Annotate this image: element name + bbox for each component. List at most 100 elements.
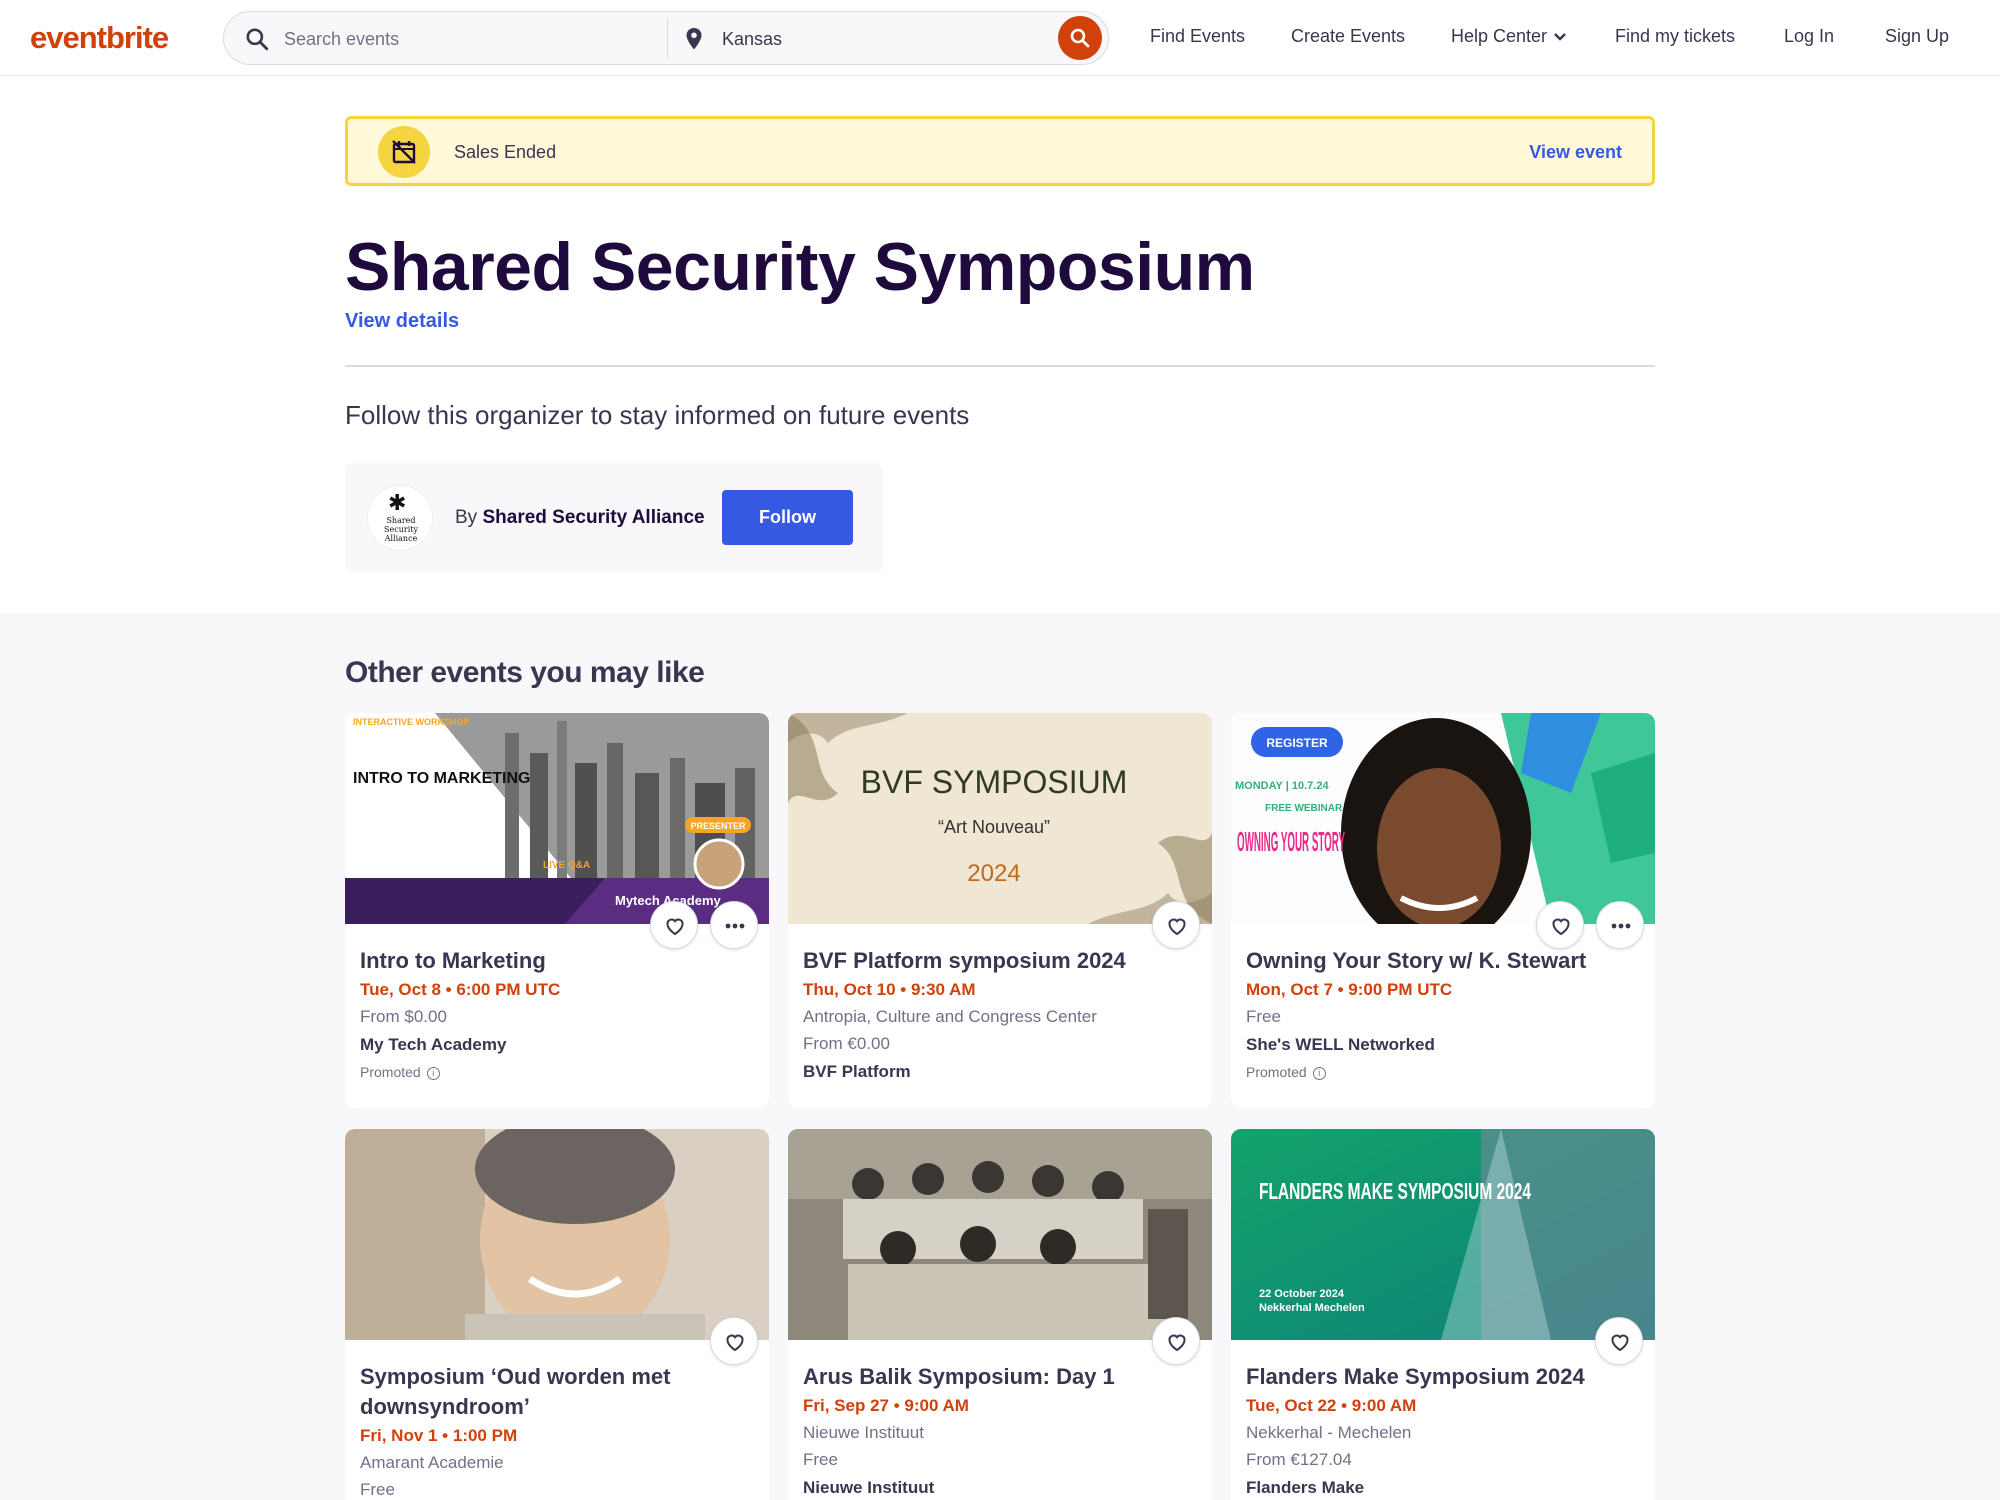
nav-help-center-label: Help Center — [1451, 26, 1548, 46]
organizer-byline: By Shared Security Alliance — [455, 507, 705, 529]
search-input[interactable] — [284, 24, 654, 54]
nav-find-events[interactable]: Find Events — [1150, 26, 1245, 47]
organizer-avatar[interactable]: ✱ Shared Security Alliance — [367, 485, 433, 551]
event-card-price: From $0.00 — [360, 1007, 447, 1026]
nav-find-my-tickets[interactable]: Find my tickets — [1615, 26, 1735, 47]
nav-create-events[interactable]: Create Events — [1291, 26, 1405, 47]
image-presenter-badge: PRESENTER — [690, 821, 746, 831]
info-icon[interactable]: i — [426, 1066, 440, 1080]
heart-icon — [1168, 1334, 1186, 1352]
organizer-card: ✱ Shared Security Alliance By Shared Sec… — [345, 463, 883, 573]
save-event-button[interactable] — [710, 1317, 758, 1365]
event-card-price: Free — [1246, 1007, 1281, 1026]
image-register-text: REGISTER — [1266, 736, 1328, 750]
event-card-venue: Antropia, Culture and Congress Center — [803, 1007, 1097, 1026]
event-card[interactable]: REGISTER MONDAY | 10.7.24 FREE WEBINAR O… — [1231, 713, 1655, 1108]
search-submit-button[interactable] — [1058, 16, 1102, 60]
location-pin-icon — [686, 28, 702, 50]
search-icon — [1070, 28, 1090, 48]
event-card-image: FLANDERS MAKE SYMPOSIUM 2024 22 October … — [1231, 1129, 1655, 1340]
event-card-image: REGISTER MONDAY | 10.7.24 FREE WEBINAR O… — [1231, 713, 1655, 924]
save-event-button[interactable] — [650, 901, 698, 949]
event-card-price: Free — [803, 1450, 838, 1469]
event-card-body: BVF Platform symposium 2024 Thu, Oct 10 … — [803, 946, 1197, 1082]
event-card-date: Fri, Sep 27 • 9:00 AM — [803, 1396, 969, 1415]
more-options-button[interactable] — [710, 901, 758, 949]
nav-log-in[interactable]: Log In — [1784, 26, 1834, 47]
organizer-name[interactable]: Shared Security Alliance — [482, 507, 704, 528]
image-year-text: 2024 — [967, 860, 1020, 887]
image-headline-text: OWNING YOUR STORY — [1237, 826, 1345, 857]
other-events-heading: Other events you may like — [345, 656, 705, 689]
event-card-title[interactable]: BVF Platform symposium 2024 — [803, 946, 1197, 976]
save-event-button[interactable] — [1152, 1317, 1200, 1365]
event-card-image — [345, 1129, 769, 1340]
event-card-organizer: BVF Platform — [803, 1062, 911, 1081]
sales-ended-banner: Sales Ended View event — [345, 116, 1655, 186]
event-card-organizer: She's WELL Networked — [1246, 1035, 1435, 1054]
event-card-organizer: Nieuwe Instituut — [803, 1478, 935, 1497]
event-title: Shared Security Symposium — [345, 229, 1255, 305]
event-card[interactable]: BVF SYMPOSIUM “Art Nouveau” 2024 BVF Pla… — [788, 713, 1212, 1108]
save-event-button[interactable] — [1536, 901, 1584, 949]
promoted-label: Promoted — [1246, 1064, 1307, 1080]
heart-icon — [1611, 1334, 1629, 1352]
event-card-image: PRESENTER INTERACTIVE WORKSHOP INTRO TO … — [345, 713, 769, 924]
save-event-button[interactable] — [1595, 1317, 1643, 1365]
organizer-logo-icon: ✱ — [388, 490, 407, 515]
organizer-by-prefix: By — [455, 507, 478, 528]
event-card-title[interactable]: Owning Your Story w/ K. Stewart — [1246, 946, 1640, 976]
view-event-link[interactable]: View event — [1529, 142, 1622, 163]
event-card-title[interactable]: Flanders Make Symposium 2024 — [1246, 1362, 1640, 1392]
event-card-title[interactable]: Symposium ‘Oud worden met downsyndroom’ — [360, 1362, 754, 1422]
image-webinar-text: FREE WEBINAR — [1265, 803, 1343, 814]
more-dots-icon — [1611, 923, 1631, 929]
sales-status-text: Sales Ended — [454, 142, 557, 162]
heart-icon — [726, 1334, 744, 1352]
image-headline-text: BVF SYMPOSIUM — [861, 764, 1128, 800]
more-dots-icon — [725, 923, 745, 929]
follow-button[interactable]: Follow — [722, 490, 853, 545]
event-card[interactable]: Arus Balik Symposium: Day 1 Fri, Sep 27 … — [788, 1129, 1212, 1500]
event-card[interactable]: PRESENTER INTERACTIVE WORKSHOP INTRO TO … — [345, 713, 769, 1108]
organizer-avatar-text: Shared Security Alliance — [384, 516, 418, 543]
event-card-image — [788, 1129, 1212, 1340]
info-icon[interactable]: i — [1312, 1066, 1326, 1080]
event-card-date: Tue, Oct 8 • 6:00 PM UTC — [360, 980, 561, 999]
event-card-date: Fri, Nov 1 • 1:00 PM — [360, 1426, 518, 1445]
event-card-price: Free — [360, 1480, 395, 1499]
chevron-down-icon — [1554, 33, 1566, 41]
heart-icon — [1168, 918, 1186, 936]
event-card-price: From €127.04 — [1246, 1450, 1352, 1469]
event-card-organizer: Flanders Make — [1246, 1478, 1365, 1497]
image-headline-text: FLANDERS MAKE SYMPOSIUM 2024 — [1259, 1178, 1531, 1204]
event-card-organizer: My Tech Academy — [360, 1035, 507, 1054]
search-divider — [667, 18, 668, 58]
event-card-venue: Nieuwe Instituut — [803, 1423, 924, 1442]
view-details-link[interactable]: View details — [345, 310, 459, 333]
image-live-text: LIVE Q&A — [543, 860, 590, 871]
event-card[interactable]: FLANDERS MAKE SYMPOSIUM 2024 22 October … — [1231, 1129, 1655, 1500]
heart-icon — [666, 918, 684, 936]
event-card-body: Arus Balik Symposium: Day 1 Fri, Sep 27 … — [803, 1362, 1197, 1498]
image-date-text: MONDAY | 10.7.24 — [1235, 780, 1329, 792]
more-options-button[interactable] — [1596, 901, 1644, 949]
save-event-button[interactable] — [1152, 901, 1200, 949]
nav-sign-up[interactable]: Sign Up — [1885, 26, 1949, 47]
nav-help-center[interactable]: Help Center — [1451, 26, 1567, 47]
event-card-price: From €0.00 — [803, 1034, 890, 1053]
event-card-title[interactable]: Intro to Marketing — [360, 946, 754, 976]
event-card-image: BVF SYMPOSIUM “Art Nouveau” 2024 — [788, 713, 1212, 924]
image-headline-text: INTRO TO MARKETING — [353, 770, 530, 787]
location-input[interactable] — [722, 24, 1022, 54]
event-card-date: Tue, Oct 22 • 9:00 AM — [1246, 1396, 1417, 1415]
image-tag-text: INTERACTIVE WORKSHOP — [353, 717, 470, 727]
event-card-body: Flanders Make Symposium 2024 Tue, Oct 22… — [1246, 1362, 1640, 1498]
eventbrite-logo[interactable]: eventbrite — [30, 20, 169, 56]
search-bar — [223, 11, 1109, 65]
image-subtitle-text: “Art Nouveau” — [938, 817, 1050, 837]
event-card-title[interactable]: Arus Balik Symposium: Day 1 — [803, 1362, 1197, 1392]
event-card-date: Mon, Oct 7 • 9:00 PM UTC — [1246, 980, 1453, 999]
heart-icon — [1552, 918, 1570, 936]
event-card[interactable]: Symposium ‘Oud worden met downsyndroom’ … — [345, 1129, 769, 1500]
